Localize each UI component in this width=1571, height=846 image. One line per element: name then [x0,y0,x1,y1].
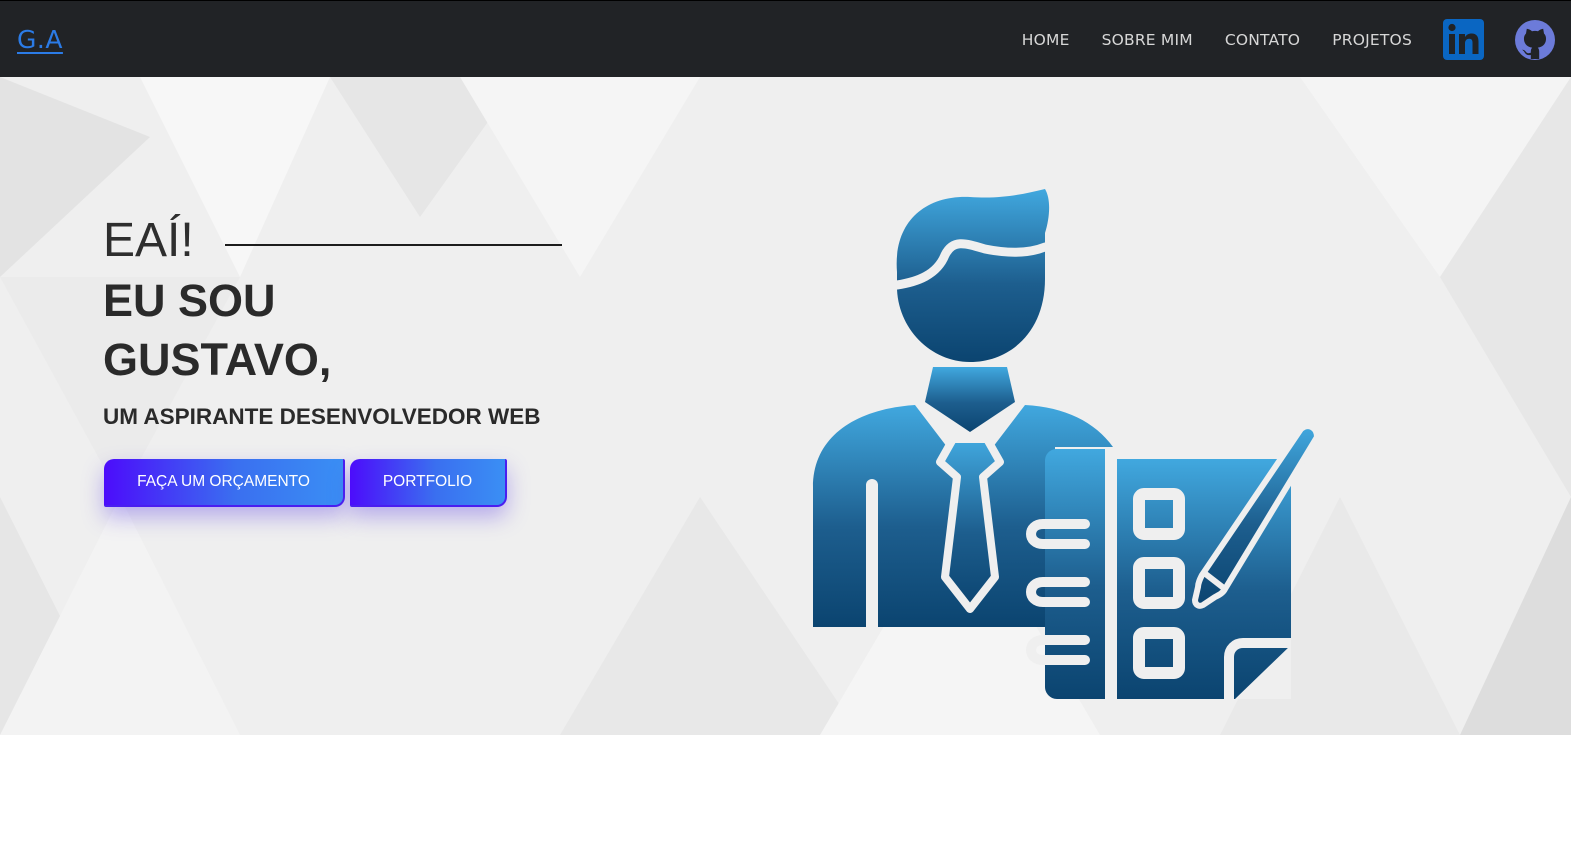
nav-link-home[interactable]: HOME [1022,30,1070,50]
portfolio-button[interactable]: PORTFOLIO [350,459,507,507]
name-line-1: EU SOU [103,275,276,326]
developer-checklist-icon [805,187,1325,711]
linkedin-icon[interactable] [1443,19,1484,60]
hero-subtitle: UM ASPIRANTE DESENVOLVEDOR WEB [103,404,541,429]
greeting-divider [225,244,562,246]
nav-links: HOME SOBRE MIM CONTATO PROJETOS [1022,1,1555,78]
hero-section: EAÍ! EU SOU GUSTAVO, UM ASPIRANTE DESENV… [0,77,1571,735]
greeting-text: EAÍ! [103,214,194,267]
navbar: G.A HOME SOBRE MIM CONTATO PROJETOS [0,0,1571,77]
site-logo[interactable]: G.A [17,25,63,55]
nav-link-sobre-mim[interactable]: SOBRE MIM [1102,30,1193,50]
request-quote-button[interactable]: FAÇA UM ORÇAMENTO [104,459,345,507]
nav-link-contato[interactable]: CONTATO [1225,30,1300,50]
nav-link-projetos[interactable]: PROJETOS [1332,30,1412,50]
github-icon[interactable] [1515,19,1555,60]
name-line-2: GUSTAVO, [103,334,332,385]
